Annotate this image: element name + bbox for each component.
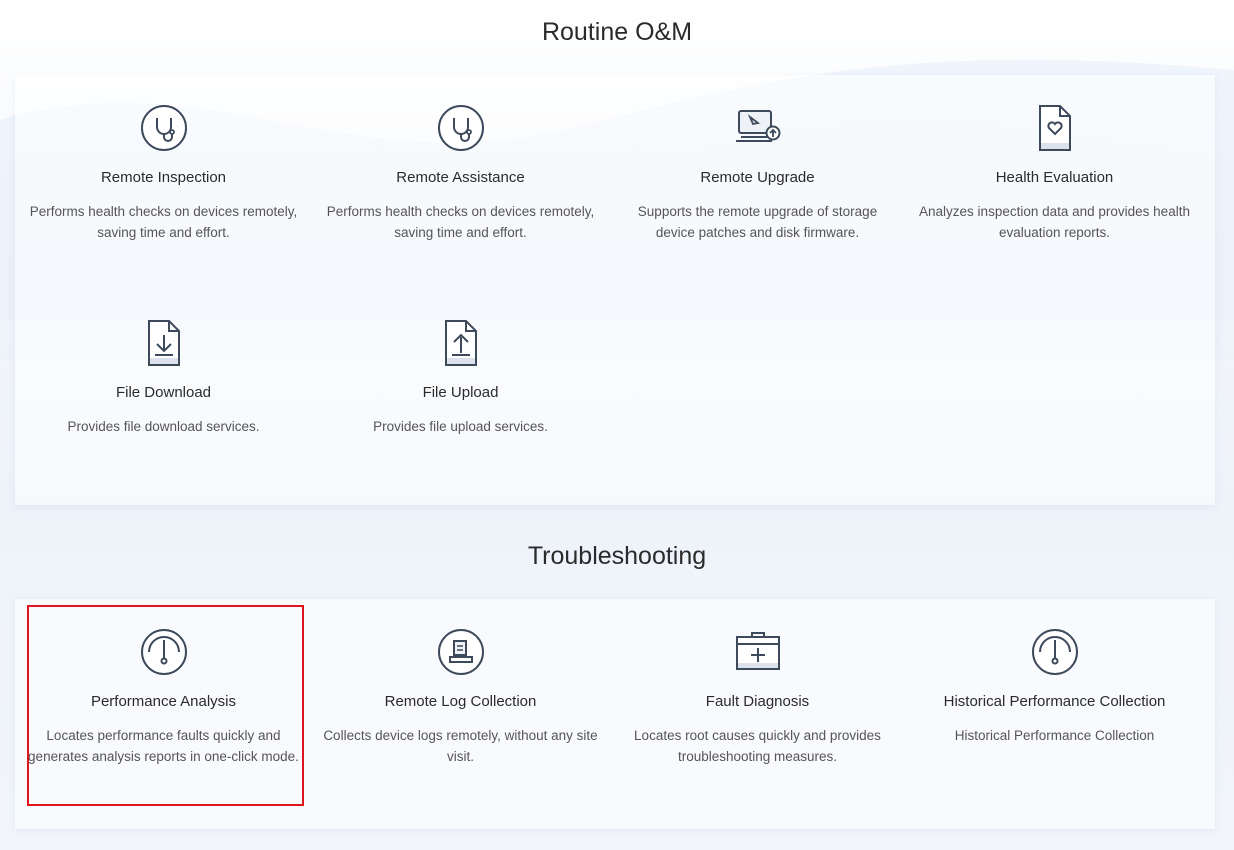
section-title-troubleshooting: Troubleshooting	[527, 542, 707, 570]
card-description: Performs health checks on devices remote…	[29, 204, 298, 240]
file-upload-icon	[444, 320, 477, 366]
card-title: Health Evaluation	[995, 169, 1114, 186]
section-title-routine: Routine O&M	[541, 18, 693, 46]
card-description: Collects device logs remotely, without a…	[323, 728, 598, 764]
card-title: Remote Inspection	[100, 169, 227, 186]
log-collection-icon	[437, 629, 484, 675]
laptop-upgrade-icon	[735, 110, 780, 142]
card-remote-log-collection[interactable]: Remote Log Collection Collects device lo…	[312, 627, 609, 767]
card-description: Analyzes inspection data and provides he…	[919, 204, 1190, 240]
card-title: Historical Performance Collection	[943, 693, 1166, 710]
card-title: Remote Upgrade	[700, 169, 815, 186]
stethoscope-icon	[140, 105, 187, 151]
card-title: Remote Assistance	[396, 169, 525, 186]
card-title: File Upload	[422, 384, 499, 401]
routine-panel: Remote Inspection Performs health checks…	[15, 75, 1215, 505]
card-description: Supports the remote upgrade of storage d…	[637, 204, 878, 240]
card-description: Locates root causes quickly and provides…	[634, 728, 881, 764]
card-health-evaluation[interactable]: Health Evaluation Analyzes inspection da…	[906, 103, 1203, 243]
card-description: Provides file upload services.	[373, 419, 548, 434]
medical-kit-icon	[735, 632, 780, 670]
card-description: Performs health checks on devices remote…	[326, 204, 595, 240]
card-title: File Download	[115, 384, 212, 401]
health-report-icon	[1038, 105, 1071, 151]
card-title: Fault Diagnosis	[705, 693, 810, 710]
gauge-icon	[1031, 629, 1078, 675]
card-file-upload[interactable]: File Upload Provides file upload service…	[312, 318, 609, 437]
file-download-icon	[147, 320, 180, 366]
card-description: Historical Performance Collection	[954, 728, 1155, 743]
card-remote-assistance[interactable]: Remote Assistance Performs health checks…	[312, 103, 609, 243]
card-file-download[interactable]: File Download Provides file download ser…	[15, 318, 312, 437]
selection-highlight	[27, 605, 304, 806]
card-title: Remote Log Collection	[384, 693, 537, 710]
card-remote-inspection[interactable]: Remote Inspection Performs health checks…	[15, 103, 312, 243]
card-description: Provides file download services.	[67, 419, 260, 434]
card-fault-diagnosis[interactable]: Fault Diagnosis Locates root causes quic…	[609, 627, 906, 767]
card-historical-performance-collection[interactable]: Historical Performance Collection Histor…	[906, 627, 1203, 746]
card-remote-upgrade[interactable]: Remote Upgrade Supports the remote upgra…	[609, 103, 906, 243]
stethoscope-icon	[437, 105, 484, 151]
